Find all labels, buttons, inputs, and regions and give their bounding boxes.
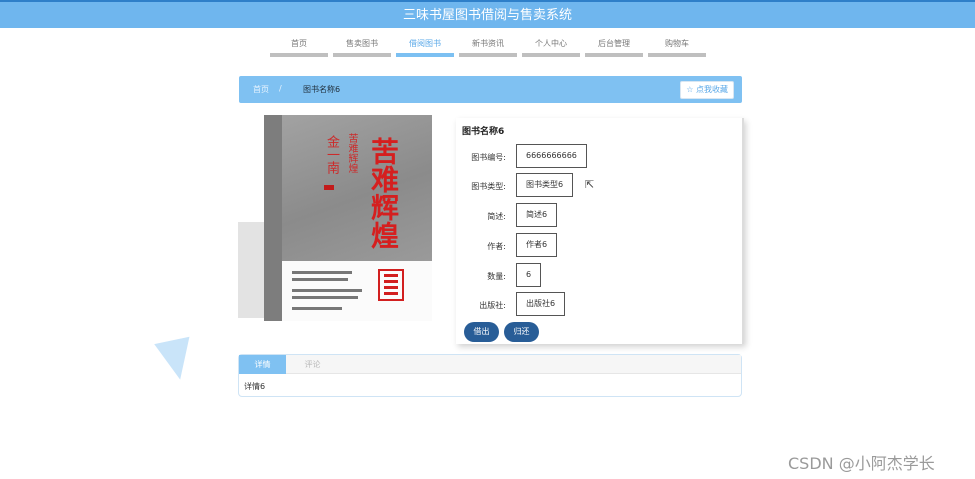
cover-text-line [292, 307, 342, 310]
cover-blurb-area [282, 261, 432, 321]
detail-tabs: 详情 评论 详情6 [238, 354, 742, 397]
nav-item-borrow-books[interactable]: 借阅图书 [396, 38, 454, 57]
field-label-book-id: 图书编号: [471, 153, 506, 162]
decorative-triangle [154, 336, 198, 384]
field-label-author: 作者: [487, 242, 506, 251]
field-label-quantity: 数量: [487, 272, 506, 281]
book-info-card: 图书名称6 图书编号: 6666666666 图书类型: 图书类型6 简述: 简… [456, 118, 744, 344]
cover-spine [264, 115, 282, 321]
breadcrumb-home-link[interactable]: 首页 [253, 84, 269, 95]
borrow-button[interactable]: 借出 [464, 322, 499, 342]
app-title-bar: 三味书屋图书借阅与售卖系统 [0, 0, 975, 28]
book-title: 图书名称6 [462, 127, 505, 137]
cover-text-line [292, 296, 358, 299]
field-value-book-type: 图书类型6 [516, 173, 574, 197]
cover-author-text: 金一南 [324, 135, 339, 174]
tab-details[interactable]: 详情 [239, 355, 286, 374]
cover-text-line [292, 271, 352, 274]
nav-item-new-book-news[interactable]: 新书资讯 [459, 38, 517, 57]
cover-title-text: 苦难辉煌 [367, 137, 400, 249]
field-label-summary: 简述: [487, 212, 506, 221]
cover-artwork: 金一南 苦难辉煌 苦难辉煌 [282, 115, 432, 261]
cover-red-mark [324, 185, 334, 190]
field-value-quantity: 6 [516, 263, 542, 287]
nav-item-admin[interactable]: 后台管理 [585, 38, 643, 57]
tab-content: 详情6 [244, 382, 266, 391]
favorite-button[interactable]: ☆ 点我收藏 [680, 81, 734, 99]
field-value-publisher: 出版社6 [516, 292, 566, 316]
cover-red-box [378, 269, 404, 301]
field-label-publisher: 出版社: [479, 301, 506, 310]
breadcrumb: 首页 / 图书名称6 ☆ 点我收藏 [239, 76, 742, 103]
nav-item-home[interactable]: 首页 [270, 38, 328, 57]
watermark-text: CSDN @小阿杰学长 [788, 454, 935, 473]
app-title: 三味书屋图书借阅与售卖系统 [402, 8, 572, 23]
nav-item-personal-center[interactable]: 个人中心 [522, 38, 580, 57]
book-cover-image: 金一南 苦难辉煌 苦难辉煌 [264, 115, 432, 321]
main-nav: 首页 售卖图书 借阅图书 新书资讯 个人中心 后台管理 购物车 [270, 38, 711, 57]
nav-item-cart[interactable]: 购物车 [648, 38, 706, 57]
field-value-summary: 简述6 [516, 203, 558, 227]
tab-strip: 详情 评论 [239, 355, 741, 374]
nav-item-sell-books[interactable]: 售卖图书 [333, 38, 391, 57]
cover-text-line [292, 289, 362, 292]
return-button[interactable]: 归还 [504, 322, 539, 342]
mouse-cursor-icon: ⇱ [585, 178, 595, 191]
field-value-book-id: 6666666666 [516, 144, 587, 168]
tab-comments[interactable]: 评论 [289, 355, 336, 374]
breadcrumb-current: 图书名称6 [303, 85, 341, 94]
cover-text-line [292, 278, 348, 281]
cover-subtitle-text: 苦难辉煌 [346, 133, 357, 173]
breadcrumb-separator: / [279, 84, 282, 93]
field-label-book-type: 图书类型: [471, 182, 506, 191]
field-value-author: 作者6 [516, 233, 558, 257]
